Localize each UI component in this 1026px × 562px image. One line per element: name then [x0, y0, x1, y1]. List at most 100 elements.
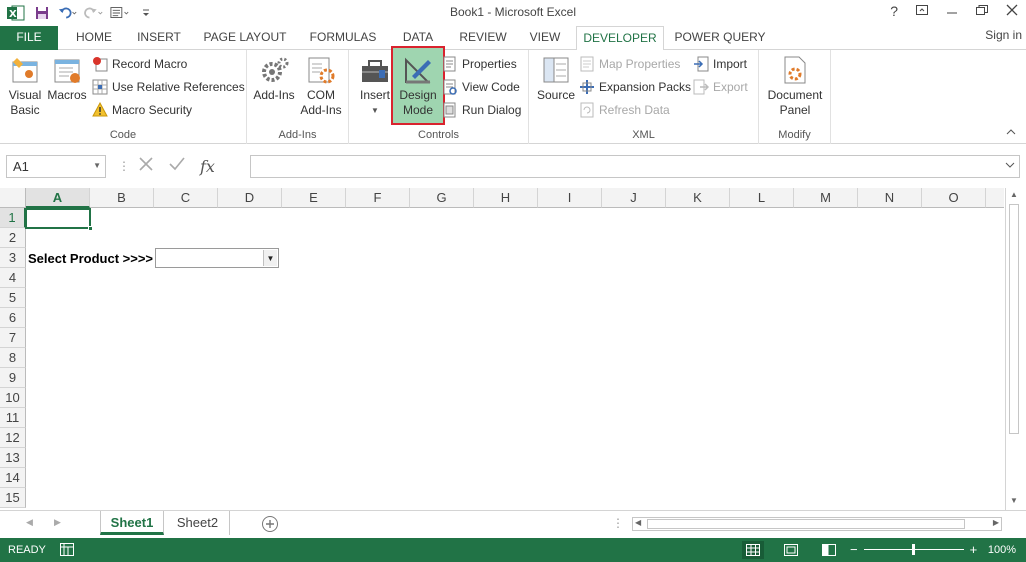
row-header-8[interactable]: 8	[0, 348, 26, 368]
select-all-corner[interactable]	[0, 188, 26, 208]
column-header-k[interactable]: K	[666, 188, 730, 208]
column-header-i[interactable]: I	[538, 188, 602, 208]
name-box-dropdown-icon[interactable]: ▼	[93, 161, 101, 170]
formula-input[interactable]	[250, 155, 1020, 178]
column-header-h[interactable]: H	[474, 188, 538, 208]
close-icon[interactable]	[1006, 4, 1018, 19]
restore-icon[interactable]	[976, 4, 988, 18]
normal-view-icon[interactable]	[742, 541, 764, 559]
row-header-12[interactable]: 12	[0, 428, 26, 448]
expansion-packs-button[interactable]: Expansion Packs	[579, 77, 691, 97]
tab-insert[interactable]: INSERT	[130, 26, 188, 50]
tab-file[interactable]: FILE	[0, 26, 58, 50]
expand-formula-bar-icon[interactable]	[1005, 159, 1015, 173]
row-header-1[interactable]: 1	[0, 208, 26, 228]
product-combo-box[interactable]: ▼	[155, 248, 279, 268]
scroll-up-icon[interactable]: ▲	[1008, 190, 1020, 202]
column-header-e[interactable]: E	[282, 188, 346, 208]
row-header-3[interactable]: 3	[0, 248, 26, 268]
cancel-entry-icon[interactable]	[138, 156, 154, 177]
new-sheet-icon[interactable]	[261, 515, 279, 536]
macros-button[interactable]: Macros	[46, 54, 88, 103]
visual-basic-button[interactable]: Visual Basic	[4, 54, 46, 118]
macro-recording-icon[interactable]	[60, 543, 74, 559]
tab-power-query[interactable]: POWER QUERY	[672, 26, 768, 50]
scroll-left-icon[interactable]: ◀	[635, 518, 641, 527]
document-panel-button[interactable]: Document Panel	[763, 54, 827, 118]
row-header-11[interactable]: 11	[0, 408, 26, 428]
column-header-l[interactable]: L	[730, 188, 794, 208]
use-relative-references-button[interactable]: Use Relative References	[92, 77, 245, 97]
collapse-ribbon-icon[interactable]	[1006, 125, 1016, 139]
column-header-m[interactable]: M	[794, 188, 858, 208]
view-code-button[interactable]: View Code	[442, 77, 520, 97]
tab-developer[interactable]: DEVELOPER	[576, 26, 664, 51]
row-header-2[interactable]: 2	[0, 228, 26, 248]
name-box[interactable]: A1 ▼	[6, 155, 106, 178]
column-header-g[interactable]: G	[410, 188, 474, 208]
row-header-13[interactable]: 13	[0, 448, 26, 468]
com-add-ins-button[interactable]: COM Add-Ins	[299, 54, 343, 118]
scroll-down-icon[interactable]: ▼	[1008, 496, 1020, 508]
add-ins-button[interactable]: Add-Ins	[251, 54, 297, 103]
tab-home[interactable]: HOME	[66, 26, 122, 50]
sign-in-link[interactable]: Sign in	[985, 28, 1022, 42]
sheet-tab-sheet2[interactable]: Sheet2	[166, 511, 230, 535]
macro-security-button[interactable]: Macro Security	[92, 100, 192, 120]
cell-a3-text[interactable]: Select Product >>>>	[28, 251, 153, 266]
zoom-slider-knob[interactable]	[911, 544, 915, 555]
row-header-9[interactable]: 9	[0, 368, 26, 388]
column-header-n[interactable]: N	[858, 188, 922, 208]
confirm-entry-icon[interactable]	[168, 156, 186, 177]
record-macro-button[interactable]: Record Macro	[92, 54, 187, 74]
more-options-icon[interactable]: ⋮	[118, 159, 130, 173]
active-cell-a1[interactable]	[25, 208, 93, 231]
tab-formulas[interactable]: FORMULAS	[304, 26, 382, 50]
page-layout-view-icon[interactable]	[780, 541, 802, 559]
zoom-out-icon[interactable]: −	[850, 542, 858, 557]
column-header-o[interactable]: O	[922, 188, 986, 208]
row-header-15[interactable]: 15	[0, 488, 26, 508]
page-break-preview-icon[interactable]	[818, 541, 840, 559]
minimize-icon[interactable]	[946, 4, 958, 18]
row-header-5[interactable]: 5	[0, 288, 26, 308]
horizontal-scrollbar[interactable]: ◀ ▶	[632, 517, 1002, 531]
column-header-b[interactable]: B	[90, 188, 154, 208]
row-header-7[interactable]: 7	[0, 328, 26, 348]
zoom-in-icon[interactable]: +	[970, 542, 978, 557]
run-dialog-button[interactable]: Run Dialog	[442, 100, 521, 120]
design-mode-button[interactable]: Design Mode	[391, 46, 445, 125]
properties-button[interactable]: Properties	[442, 54, 517, 74]
insert-control-button[interactable]: Insert ▼	[355, 54, 395, 118]
column-header-c[interactable]: C	[154, 188, 218, 208]
tab-split-handle-icon[interactable]: ⋮	[612, 516, 624, 530]
row-header-14[interactable]: 14	[0, 468, 26, 488]
map-properties-button[interactable]: Map Properties	[579, 54, 680, 74]
row-header-10[interactable]: 10	[0, 388, 26, 408]
prev-sheet-icon[interactable]: ◀	[26, 517, 33, 528]
vertical-scrollbar[interactable]: ▲ ▼	[1005, 188, 1022, 510]
help-icon[interactable]: ?	[890, 3, 898, 19]
column-header-j[interactable]: J	[602, 188, 666, 208]
tab-review[interactable]: REVIEW	[454, 26, 512, 50]
tab-page-layout[interactable]: PAGE LAYOUT	[196, 26, 294, 50]
column-header-d[interactable]: D	[218, 188, 282, 208]
horizontal-scroll-thumb[interactable]	[647, 519, 965, 529]
column-header-f[interactable]: F	[346, 188, 410, 208]
source-button[interactable]: Source	[535, 54, 577, 103]
zoom-slider[interactable]	[863, 544, 964, 555]
column-header-a[interactable]: A	[26, 188, 90, 208]
row-header-4[interactable]: 4	[0, 268, 26, 288]
insert-function-icon[interactable]: fx	[200, 157, 215, 176]
sheet-tab-sheet1[interactable]: Sheet1	[100, 511, 164, 535]
zoom-level[interactable]: 100%	[988, 544, 1016, 556]
next-sheet-icon[interactable]: ▶	[54, 517, 61, 528]
tab-view[interactable]: VIEW	[522, 26, 568, 50]
fill-handle[interactable]	[88, 226, 93, 231]
scroll-right-icon[interactable]: ▶	[993, 518, 999, 527]
import-button[interactable]: Import	[693, 54, 747, 74]
row-header-6[interactable]: 6	[0, 308, 26, 328]
vertical-scroll-thumb[interactable]	[1009, 204, 1019, 434]
refresh-data-button[interactable]: Refresh Data	[579, 100, 670, 120]
combo-dropdown-icon[interactable]: ▼	[263, 250, 277, 266]
